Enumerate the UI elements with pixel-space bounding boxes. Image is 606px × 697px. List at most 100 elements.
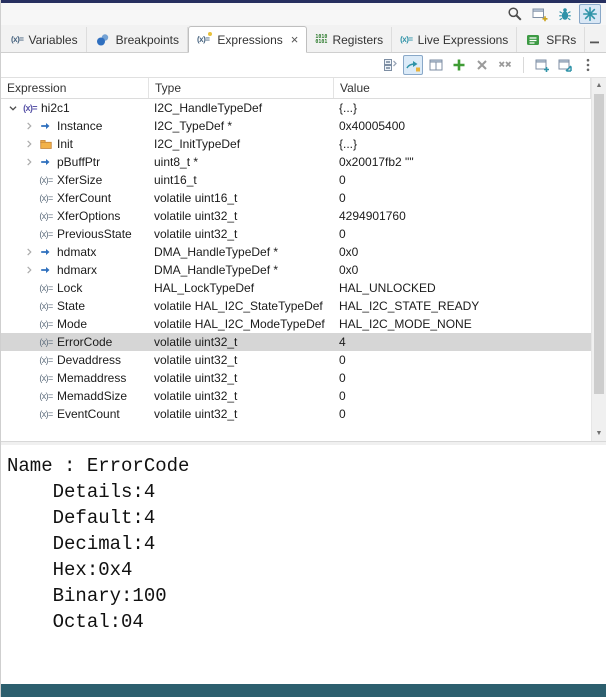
table-row-hi2c1[interactable]: (x)= hi2c1 I2C_HandleTypeDef {...}: [1, 99, 591, 117]
device-configuration-perspective-button[interactable]: [579, 4, 601, 24]
expression-cell: (x)= Memaddress: [1, 370, 149, 386]
remove-expression-icon: [474, 57, 490, 73]
type-cell: uint8_t *: [154, 155, 199, 169]
table-row-XferSize[interactable]: (x)= XferSize uint16_t 0: [1, 171, 591, 189]
table-row-Init[interactable]: Init I2C_InitTypeDef {...}: [1, 135, 591, 153]
tab-registers[interactable]: 1010 0101 Registers: [307, 27, 393, 52]
column-header-expression[interactable]: Expression: [1, 78, 149, 98]
expander-closed-icon[interactable]: [21, 136, 37, 152]
scrollbar-thumb[interactable]: [594, 94, 604, 394]
vertical-scrollbar[interactable]: ▲ ▼: [591, 78, 606, 441]
main-toolbar-icons: [504, 4, 601, 24]
tab-breakpoints[interactable]: Breakpoints: [87, 27, 188, 52]
expression-cell: Init: [1, 136, 149, 152]
device-configuration-perspective-icon: [582, 6, 598, 22]
tab-live-expressions[interactable]: (x)= Live Expressions: [392, 27, 518, 52]
expression-cell: (x)= Devaddress: [1, 352, 149, 368]
pin-view-button[interactable]: [555, 55, 575, 75]
table-row-State[interactable]: (x)= State volatile HAL_I2C_StateTypeDef HA…: [1, 297, 591, 315]
detail-line: Octal:04: [7, 611, 144, 633]
table-row-Memaddress[interactable]: (x)= Memaddress volatile uint32_t 0: [1, 369, 591, 387]
add-expression-button[interactable]: [449, 55, 469, 75]
scroll-up-icon[interactable]: ▲: [592, 78, 606, 93]
expression-name: Init: [57, 137, 74, 151]
show-logical-structure-button[interactable]: [403, 55, 423, 75]
value-cell: 0x0: [339, 263, 359, 277]
minimize-button[interactable]: [585, 30, 605, 48]
table-row-hdmarx[interactable]: hdmarx DMA_HandleTypeDef * 0x0: [1, 261, 591, 279]
column-header-value[interactable]: Value: [334, 78, 591, 98]
table-row-hdmatx[interactable]: hdmatx DMA_HandleTypeDef * 0x0: [1, 243, 591, 261]
table-row-XferOptions[interactable]: (x)= XferOptions volatile uint32_t 42949017…: [1, 207, 591, 225]
tab-variables[interactable]: (x)= Variables: [3, 27, 87, 52]
tab-sfrs[interactable]: SFRs: [517, 27, 586, 52]
new-view-button[interactable]: [532, 55, 552, 75]
type-cell: DMA_HandleTypeDef *: [154, 245, 279, 259]
search-button[interactable]: [504, 4, 526, 24]
table-rows: (x)= hi2c1 I2C_HandleTypeDef {...} Instance I…: [1, 99, 591, 423]
expression-name: hdmarx: [57, 263, 98, 277]
watch-icon: (x)=: [23, 103, 37, 113]
details-pane: Name : ErrorCode Details:4 Default:4 Dec…: [1, 445, 606, 684]
value-cell: 4: [339, 335, 346, 349]
pointer-icon: [37, 262, 55, 278]
open-perspective-button[interactable]: [529, 4, 551, 24]
type-cell: volatile uint32_t: [154, 407, 238, 421]
expander-closed-icon[interactable]: [21, 262, 37, 278]
layout-button[interactable]: [426, 55, 446, 75]
table-row-EventCount[interactable]: (x)= EventCount volatile uint32_t 0: [1, 405, 591, 423]
table-row-Lock[interactable]: (x)= Lock HAL_LockTypeDef HAL_UNLOCKED: [1, 279, 591, 297]
column-header-type[interactable]: Type: [149, 78, 334, 98]
scalar-icon: (x)=: [39, 229, 53, 239]
view-menu-icon: [580, 57, 596, 73]
scalar-icon: (x)=: [39, 409, 53, 419]
debug-perspective-button[interactable]: [554, 4, 576, 24]
expression-cell: hdmarx: [1, 262, 149, 278]
expression-cell: (x)= XferSize: [1, 172, 149, 188]
table-row-ErrorCode[interactable]: (x)= ErrorCode volatile uint32_t 4: [1, 333, 591, 351]
expander-closed-icon[interactable]: [21, 244, 37, 260]
tab-label: Live Expressions: [417, 32, 509, 47]
value-cell: HAL_UNLOCKED: [339, 281, 436, 295]
table-row-Instance[interactable]: Instance I2C_TypeDef * 0x40005400: [1, 117, 591, 135]
table-row-Mode[interactable]: (x)= Mode volatile HAL_I2C_ModeTypeDef HAL_…: [1, 315, 591, 333]
table-row-PreviousState[interactable]: (x)= PreviousState volatile uint32_t 0: [1, 225, 591, 243]
scalar-icon: (x)=: [39, 319, 53, 329]
value-cell: {...}: [339, 101, 358, 115]
expander-closed-icon[interactable]: [21, 118, 37, 134]
table-row-pBuffPtr[interactable]: pBuffPtr uint8_t * 0x20017fb2 "": [1, 153, 591, 171]
type-cell: I2C_InitTypeDef: [154, 137, 241, 151]
detail-line: Default:4: [7, 507, 156, 529]
remove-all-expressions-button[interactable]: [495, 55, 515, 75]
value-cell: 0x20017fb2 "": [339, 155, 414, 169]
tab-label: SFRs: [546, 32, 577, 47]
expressions-table: Expression Type Value (x)= hi2c1 I2C_HandleT…: [1, 77, 606, 441]
tab-label: Expressions: [217, 32, 283, 47]
expression-name: hi2c1: [41, 101, 70, 115]
pointer-icon: [37, 118, 55, 134]
view-toolbar: [1, 53, 606, 77]
table-row-MemaddSize[interactable]: (x)= MemaddSize volatile uint32_t 0: [1, 387, 591, 405]
show-logical-structure-icon: [405, 57, 421, 73]
type-cell: volatile HAL_I2C_ModeTypeDef: [154, 317, 325, 331]
close-tab-icon[interactable]: ×: [291, 33, 299, 46]
scalar-icon: (x)=: [39, 373, 53, 383]
table-row-XferCount[interactable]: (x)= XferCount volatile uint16_t 0: [1, 189, 591, 207]
scalar-icon: (x)=: [39, 283, 53, 293]
table-row-Devaddress[interactable]: (x)= Devaddress volatile uint32_t 0: [1, 351, 591, 369]
open-perspective-icon: [532, 6, 548, 22]
collapse-all-button[interactable]: [380, 55, 400, 75]
scroll-down-icon[interactable]: ▼: [592, 426, 606, 441]
expression-cell: (x)= Mode: [1, 316, 149, 332]
detail-line: Binary:100: [7, 585, 167, 607]
tab-expressions[interactable]: (x)= Expressions ×: [187, 26, 308, 53]
scalar-icon: (x)=: [39, 193, 53, 203]
remove-expression-button[interactable]: [472, 55, 492, 75]
value-cell: HAL_I2C_MODE_NONE: [339, 317, 472, 331]
expander-closed-icon[interactable]: [21, 154, 37, 170]
expander-open-icon[interactable]: [5, 100, 21, 116]
view-menu-button[interactable]: [578, 55, 598, 75]
